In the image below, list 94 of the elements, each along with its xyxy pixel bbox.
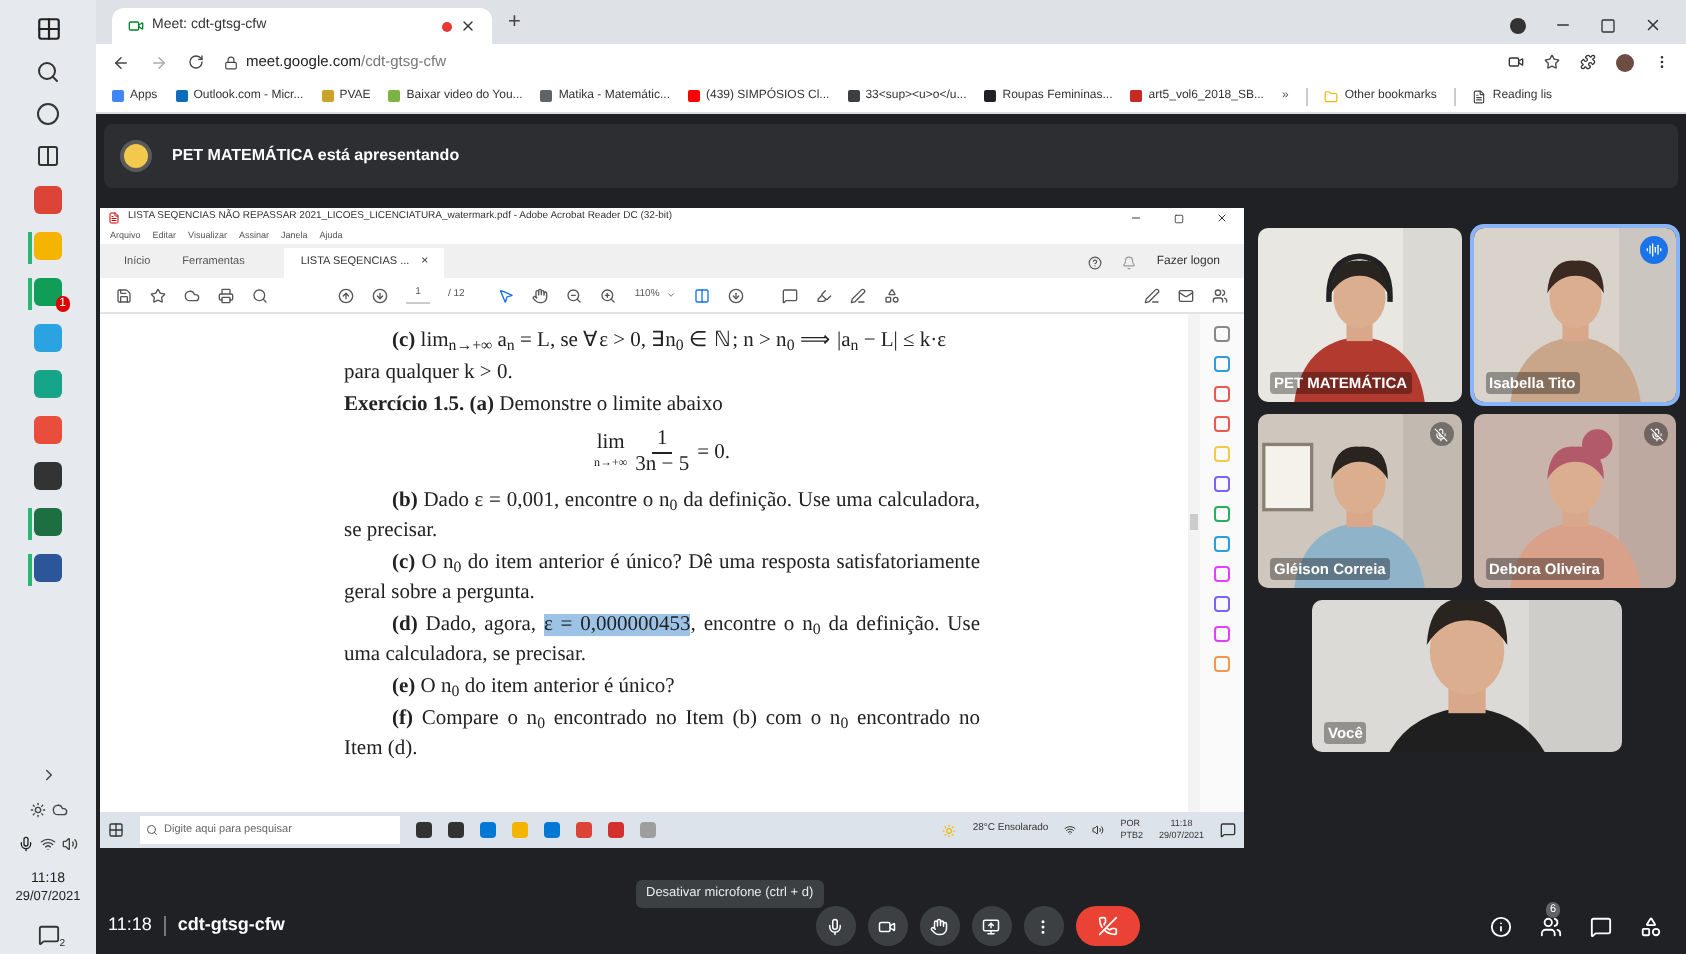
windows-start-icon[interactable] bbox=[35, 16, 61, 42]
wifi-icon[interactable] bbox=[40, 836, 56, 852]
presenting-banner: PET MATEMÁTICA está apresentando bbox=[104, 124, 1678, 188]
new-tab-button[interactable]: + bbox=[492, 5, 537, 44]
exercise-paragraph: (c) lim$_{n→+∞}$ a$_{n}$ = L, se ∀ε > 0, ∃n$_{0}$ ∈ ℕ; n > n$_{0}$ ⟹ |a$_{n}$ − L| ≤ k·ε bbox=[390, 328, 949, 356]
caret-icon bbox=[665, 290, 676, 300]
folder-icon bbox=[1324, 89, 1339, 103]
maximize-icon[interactable] bbox=[1600, 17, 1616, 33]
info-icon[interactable] bbox=[1490, 915, 1512, 937]
save-icon[interactable] bbox=[116, 287, 132, 303]
app-icon[interactable] bbox=[34, 462, 62, 490]
list-icon bbox=[1472, 89, 1487, 103]
people-icon[interactable] bbox=[1540, 915, 1562, 937]
scroll-mode-icon[interactable] bbox=[727, 287, 744, 303]
previous-page-icon[interactable] bbox=[338, 287, 354, 303]
raise-hand-button[interactable] bbox=[919, 906, 960, 946]
leave-call-button[interactable] bbox=[1075, 906, 1140, 946]
cloud-icon[interactable] bbox=[51, 802, 67, 818]
zoom-out-icon[interactable] bbox=[566, 287, 583, 303]
star-icon[interactable] bbox=[150, 287, 166, 303]
app-icon[interactable] bbox=[34, 554, 62, 582]
camera-icon[interactable] bbox=[1508, 54, 1524, 70]
app-indicator bbox=[28, 232, 32, 264]
exercise-paragraph: (c) O n$_{0}$ do item anterior é único? Dê uma resposta satisfatoriamente geral sobre a pergunta. bbox=[344, 550, 980, 608]
share-icon[interactable] bbox=[1212, 287, 1228, 303]
reload-icon[interactable] bbox=[188, 54, 204, 70]
sign-icon[interactable] bbox=[1144, 287, 1160, 303]
meeting-code: cdt-gtsg-cfw bbox=[177, 912, 285, 939]
tray-icon[interactable] bbox=[29, 802, 45, 818]
search-icon bbox=[146, 824, 158, 836]
present-screen-icon bbox=[982, 917, 1001, 935]
exercise-paragraph: Exercício 1.5. (a) Demonstre o limite abaixo bbox=[344, 392, 725, 420]
meet-icon bbox=[128, 18, 144, 34]
network-icon[interactable] bbox=[1064, 824, 1077, 836]
zoom-in-icon[interactable] bbox=[600, 287, 617, 303]
close-icon[interactable] bbox=[460, 18, 476, 34]
comment-icon[interactable] bbox=[781, 287, 798, 303]
meeting-time: 11:18 bbox=[108, 912, 152, 939]
next-page-icon[interactable] bbox=[372, 287, 388, 303]
cortana-icon[interactable] bbox=[36, 102, 60, 126]
search-icon[interactable] bbox=[252, 287, 268, 303]
hang-up-icon bbox=[1097, 916, 1118, 936]
weather-icon bbox=[942, 823, 957, 837]
select-tool-icon[interactable] bbox=[498, 287, 515, 303]
microphone-icon bbox=[826, 917, 845, 935]
pdf-icon bbox=[108, 212, 120, 224]
lock-icon bbox=[224, 55, 238, 69]
notification-icon[interactable] bbox=[1220, 822, 1236, 838]
microphone-icon[interactable] bbox=[18, 836, 34, 852]
fraction-denominator: 3n − 5 bbox=[635, 454, 690, 478]
mail-icon[interactable] bbox=[1178, 287, 1194, 303]
maximize-icon[interactable] bbox=[1174, 213, 1184, 223]
pen-icon[interactable] bbox=[849, 287, 866, 303]
minimize-icon[interactable] bbox=[1130, 212, 1142, 224]
task-view-icon[interactable] bbox=[36, 144, 60, 168]
upload-icon[interactable] bbox=[184, 287, 200, 303]
app-indicator bbox=[28, 508, 32, 540]
present-button[interactable] bbox=[971, 906, 1012, 946]
app-indicator bbox=[28, 278, 32, 310]
exercise-paragraph: (e) O n$_{0}$ do item anterior é único? bbox=[390, 674, 677, 702]
microphone-button[interactable] bbox=[815, 906, 856, 946]
camera-icon bbox=[878, 917, 897, 935]
activities-icon[interactable] bbox=[1640, 915, 1662, 937]
page-view-icon[interactable] bbox=[693, 287, 710, 303]
bookmark-star-icon[interactable] bbox=[1544, 54, 1560, 70]
account-icon[interactable] bbox=[1510, 17, 1526, 33]
exercise-paragraph: (f) Compare o n$_{0}$ encontrado no Item (b) com o n$_{0}$ encontrado no Item (d). bbox=[344, 706, 980, 764]
back-icon[interactable] bbox=[112, 53, 130, 71]
windows-start-icon[interactable] bbox=[108, 822, 124, 838]
extensions-icon[interactable] bbox=[1580, 54, 1596, 70]
exercise-paragraph: (d) Dado, agora, ε = 0,000000453, encontre o n$_{0}$ da definição. Use uma calculadora, se precisar. bbox=[344, 612, 980, 670]
camera-button[interactable] bbox=[867, 906, 908, 946]
print-icon[interactable] bbox=[218, 287, 234, 303]
app-icon[interactable] bbox=[34, 508, 62, 536]
close-icon[interactable] bbox=[1216, 212, 1228, 224]
limit-operator: lim bbox=[596, 433, 625, 453]
hand-icon bbox=[930, 917, 949, 935]
presenter-avatar-icon bbox=[120, 140, 152, 172]
close-window-icon[interactable] bbox=[1644, 16, 1662, 34]
hand-tool-icon[interactable] bbox=[532, 287, 549, 303]
volume-icon[interactable] bbox=[1092, 824, 1105, 836]
highlighter-icon[interactable] bbox=[815, 287, 832, 303]
exercise-paragraph: (b) Dado ε = 0,001, encontre o n$_{0}$ da definição. Use uma calculadora, se precisar. bbox=[344, 488, 980, 546]
exercise-paragraph: para qualquer k > 0. bbox=[344, 360, 515, 388]
notification-icon[interactable] bbox=[37, 924, 59, 946]
stamp-icon[interactable] bbox=[883, 287, 900, 303]
avatar-icon[interactable] bbox=[1616, 53, 1634, 71]
app-indicator bbox=[28, 554, 32, 586]
help-icon[interactable] bbox=[1088, 256, 1103, 270]
search-icon[interactable] bbox=[36, 60, 60, 84]
fraction-numerator: 1 bbox=[652, 428, 672, 454]
chat-icon[interactable] bbox=[1590, 915, 1612, 937]
equation-result: = 0. bbox=[697, 439, 730, 468]
volume-icon[interactable] bbox=[62, 836, 78, 852]
